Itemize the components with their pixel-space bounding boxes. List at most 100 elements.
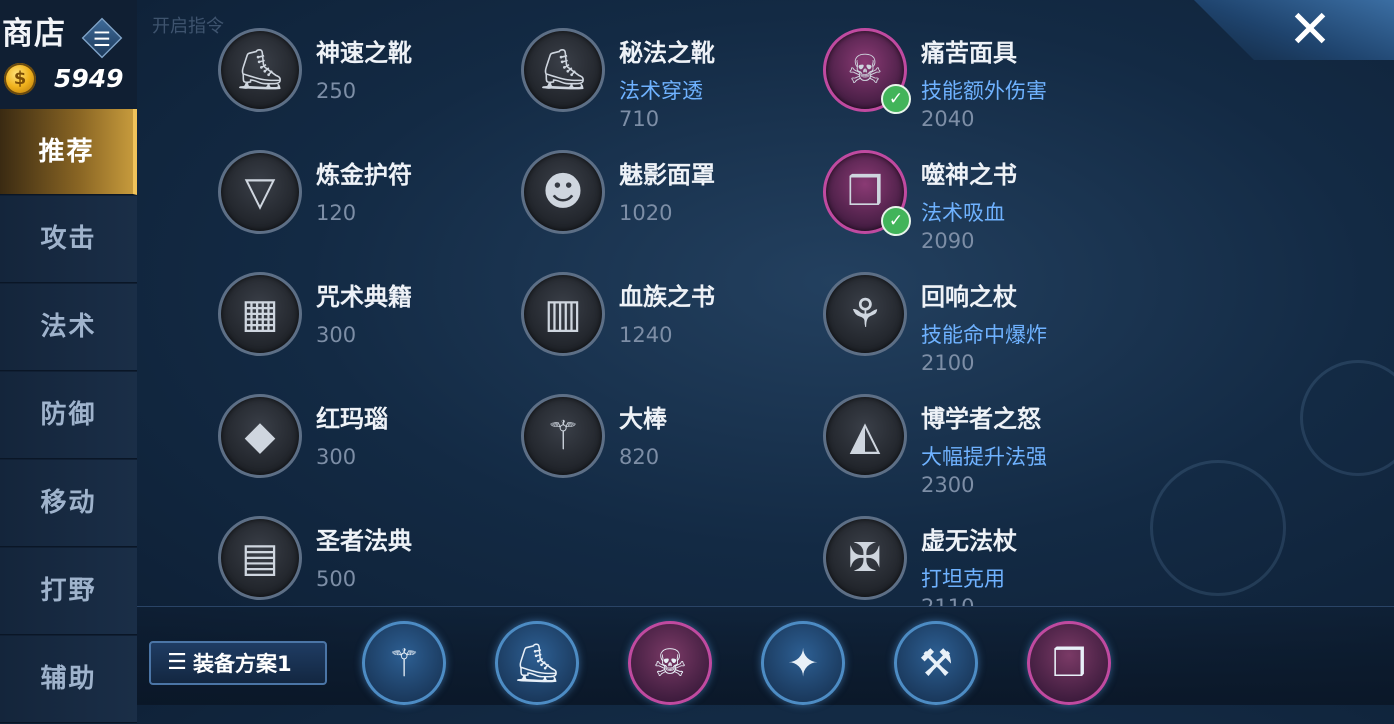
menu-icon[interactable]: ☰ — [89, 26, 115, 52]
item-glyph: ⛸ — [234, 47, 286, 93]
item-description: 技能额外伤害 — [921, 79, 1047, 103]
category-tab-attack[interactable]: 攻击 — [0, 196, 137, 283]
shop-item[interactable]: ▦ 咒术典籍 300 — [218, 272, 518, 382]
build-slot-crest-icon[interactable]: ✦ — [761, 621, 845, 705]
shop-item[interactable]: ▽ 炼金护符 120 — [218, 150, 518, 260]
item-description: 技能命中爆炸 — [921, 323, 1047, 347]
shop-item[interactable]: ⛸ 秘法之靴法术穿透 710 — [521, 28, 821, 138]
shop-item[interactable]: ◆ 红玛瑙 300 — [218, 394, 518, 504]
item-description: 法术吸血 — [921, 201, 1005, 225]
scholar-hat-icon: ◭ — [823, 394, 907, 478]
list-icon: ☰ — [167, 650, 187, 675]
shop-header: 商店 ☰ — [0, 12, 137, 59]
gem-icon: ◆ — [218, 394, 302, 478]
build-slot-glyph: ⛸ — [512, 641, 562, 685]
item-glyph: ◭ — [849, 413, 881, 459]
item-price: 300 — [316, 445, 357, 469]
item-price: 250 — [316, 79, 357, 103]
build-slot-axe-icon[interactable]: ⚒ — [894, 621, 978, 705]
item-name: 噬神之书 — [921, 161, 1017, 189]
category-tab-recommended[interactable]: 推荐 — [0, 109, 137, 195]
book-icon: ▦ — [218, 272, 302, 356]
build-slot-book-icon[interactable]: ❒ — [1027, 621, 1111, 705]
arcane-boots-icon: ⛸ — [521, 28, 605, 112]
shop-item[interactable]: ☻ 魅影面罩 1020 — [521, 150, 821, 260]
mask-icon: ☻ — [521, 150, 605, 234]
item-price: 2110 — [921, 592, 974, 606]
shop-item[interactable]: ☠ ✓ 痛苦面具 技能额外伤害 2040 — [823, 28, 1123, 138]
gold-display: $ 5949 — [4, 62, 137, 98]
hud-command-text: 开启指令 — [152, 16, 224, 37]
echo-staff-icon: ⚘ — [823, 272, 907, 356]
build-slot-glyph: ✦ — [787, 641, 819, 685]
build-slot-staff-icon[interactable]: ⚚ — [362, 621, 446, 705]
gold-amount: 5949 — [54, 64, 124, 93]
item-description: 法术穿透 — [619, 79, 703, 103]
staff-icon: ⚚ — [521, 394, 605, 478]
owned-check-icon: ✓ — [881, 206, 911, 236]
category-tab-magic[interactable]: 法术 — [0, 284, 137, 371]
build-slot-glyph: ⚒ — [918, 641, 954, 685]
boots-icon: ⛸ — [218, 28, 302, 112]
shop-title: 商店 — [2, 16, 66, 52]
item-glyph: ▽ — [244, 169, 276, 215]
amulet-icon: ▽ — [218, 150, 302, 234]
build-slot-mask-icon[interactable]: ☠ — [628, 621, 712, 705]
shop-item[interactable]: ⚘ 回响之杖技能命中爆炸 2100 — [823, 272, 1123, 382]
codex-icon: ▤ — [218, 516, 302, 600]
item-name: 大棒 — [619, 405, 667, 433]
owned-check-icon: ✓ — [881, 84, 911, 114]
category-tab-support[interactable]: 辅助 — [0, 636, 137, 723]
item-price: 820 — [619, 445, 660, 469]
item-price: 120 — [316, 201, 357, 225]
item-price: 2040 — [921, 107, 975, 131]
blood-book-icon: ▥ — [521, 272, 605, 356]
background-skill-ring — [1300, 360, 1394, 476]
build-slot-glyph: ❒ — [1051, 641, 1087, 685]
item-glyph: ▦ — [241, 291, 279, 337]
item-name: 博学者之怒 — [921, 405, 1041, 433]
item-glyph: ⛸ — [537, 47, 589, 93]
shop-item[interactable]: ✠ 虚无法杖打坦克用2110 — [823, 516, 1123, 606]
item-glyph: ⚘ — [847, 291, 883, 337]
item-name: 炼金护符 — [316, 161, 412, 189]
item-price: 500 — [316, 567, 357, 591]
item-glyph: ▤ — [241, 535, 279, 581]
build-slot-glyph: ⚚ — [386, 641, 422, 685]
item-name: 红玛瑙 — [316, 405, 388, 433]
item-name: 回响之杖 — [921, 283, 1017, 311]
category-tab-jungle[interactable]: 打野 — [0, 548, 137, 635]
build-slot-boots-icon[interactable]: ⛸ — [495, 621, 579, 705]
item-glyph: ▥ — [544, 291, 582, 337]
item-price: 1020 — [619, 201, 673, 225]
shop-sidebar: 商店 ☰ $ 5949 推荐 攻击 法术 防御 移动 打野 辅助 — [0, 0, 137, 723]
close-icon[interactable]: ✕ — [1282, 2, 1338, 58]
item-name: 神速之靴 — [316, 39, 412, 67]
shop-item[interactable]: ⚚ 大棒 820 — [521, 394, 821, 504]
item-name: 秘法之靴 — [619, 39, 715, 67]
item-name: 圣者法典 — [316, 527, 412, 555]
shop-item[interactable]: ⛸ 神速之靴 250 — [218, 28, 518, 138]
item-name: 魅影面罩 — [619, 161, 715, 189]
void-staff-icon: ✠ — [823, 516, 907, 600]
item-name: 血族之书 — [619, 283, 715, 311]
item-description: 打坦克用 — [921, 567, 1005, 591]
build-slot-glyph: ☠ — [652, 641, 688, 685]
item-price: 2100 — [921, 351, 975, 375]
shop-item[interactable]: ❒ ✓ 噬神之书 法术吸血 2090 — [823, 150, 1123, 260]
item-glyph: ☻ — [542, 169, 584, 215]
item-price: 710 — [619, 107, 660, 131]
item-price: 2300 — [921, 473, 975, 497]
gold-coin-icon: $ — [4, 63, 36, 95]
category-list: 推荐 攻击 法术 防御 移动 打野 辅助 — [0, 109, 137, 724]
item-glyph: ⚚ — [545, 413, 581, 459]
background-skill-ring — [1150, 460, 1286, 596]
shop-item[interactable]: ▥ 血族之书 1240 — [521, 272, 821, 382]
item-name: 虚无法杖 — [921, 527, 1017, 555]
category-tab-movement[interactable]: 移动 — [0, 460, 137, 547]
build-plan-label: 装备方案1 — [193, 652, 292, 676]
category-tab-defense[interactable]: 防御 — [0, 372, 137, 459]
build-plan-button[interactable]: ☰ 装备方案1 — [149, 641, 327, 685]
shop-item[interactable]: ◭ 博学者之怒大幅提升法强 2300 — [823, 394, 1123, 504]
item-description: 大幅提升法强 — [921, 445, 1047, 469]
